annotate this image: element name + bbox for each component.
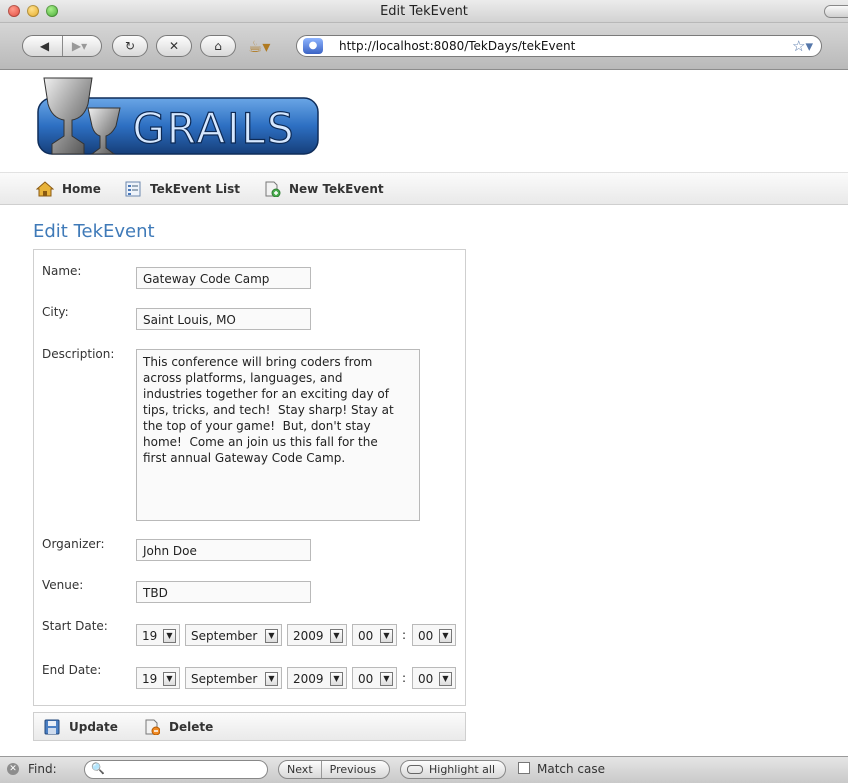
dropdown-arrow-icon: ▼ <box>439 672 452 686</box>
organizer-input[interactable]: John Doe <box>136 539 311 561</box>
end-date-label: End Date: <box>42 663 102 677</box>
end-day-select[interactable]: 19 ▼ <box>136 667 180 689</box>
start-year-value: 2009 <box>293 629 324 643</box>
end-minute-value: 00 <box>418 672 434 686</box>
dropdown-arrow-icon: ▼ <box>265 672 278 686</box>
find-bar: ✕ Find: 🔍 Next Previous Highlight all Ma… <box>0 756 848 783</box>
edit-form: Name: Gateway Code Camp City: Saint Loui… <box>33 249 466 706</box>
nav-new-label: New TekEvent <box>289 182 384 196</box>
start-day-select[interactable]: 19 ▼ <box>136 624 180 646</box>
start-month-value: September <box>191 629 258 643</box>
delete-doc-icon <box>144 719 161 736</box>
end-day-value: 19 <box>142 672 158 686</box>
reload-button[interactable]: ↻ <box>112 35 148 57</box>
end-year-value: 2009 <box>293 672 324 686</box>
end-month-value: September <box>191 672 258 686</box>
description-label: Description: <box>42 347 115 361</box>
house-icon: ⌂ <box>214 39 222 53</box>
toolbar-toggle-button[interactable] <box>824 5 848 18</box>
time-separator: : <box>402 628 407 642</box>
back-forward-group: ◀ ▶▾ <box>22 35 102 57</box>
start-day-value: 19 <box>142 629 158 643</box>
update-button[interactable]: Update <box>44 719 118 735</box>
nav-bar: Home TekEvent List New TekEvent <box>0 173 848 205</box>
nav-list-link[interactable]: TekEvent List <box>124 181 240 197</box>
update-label: Update <box>69 720 118 734</box>
name-label: Name: <box>42 264 82 278</box>
window-title: Edit TekEvent <box>380 4 468 19</box>
dropdown-arrow-icon: ▼ <box>265 629 278 643</box>
match-case-label: Match case <box>537 762 606 776</box>
nav-home-link[interactable]: Home <box>35 181 101 197</box>
start-month-select[interactable]: September ▼ <box>185 624 282 646</box>
start-hour-value: 00 <box>358 629 374 643</box>
end-month-select[interactable]: September ▼ <box>185 667 282 689</box>
dropdown-arrow-icon: ▼ <box>163 672 176 686</box>
end-year-select[interactable]: 2009 ▼ <box>287 667 347 689</box>
start-date-label: Start Date: <box>42 619 108 633</box>
venue-input[interactable]: TBD <box>136 581 311 603</box>
start-year-select[interactable]: 2009 ▼ <box>287 624 347 646</box>
stop-icon: ✕ <box>168 39 180 53</box>
dropdown-arrow-icon: ▼ <box>380 629 393 643</box>
city-input[interactable]: Saint Louis, MO <box>136 308 311 330</box>
address-bar[interactable]: ● http://localhost:8080/TekDays/tekEvent… <box>296 35 822 57</box>
start-minute-value: 00 <box>418 629 434 643</box>
list-icon <box>124 181 142 197</box>
home-icon <box>35 181 55 197</box>
browser-toolbar: ◀ ▶▾ ↻ ✕ ⌂ ☕▾ ● http://localhost:8080/Te… <box>0 23 848 70</box>
dropdown-arrow-icon: ▼ <box>163 629 176 643</box>
delete-label: Delete <box>169 720 214 734</box>
end-hour-select[interactable]: 00 ▼ <box>352 667 397 689</box>
window-titlebar: Edit TekEvent <box>0 0 848 23</box>
highlight-all-button[interactable]: Highlight all <box>400 760 506 779</box>
nav-home-label: Home <box>62 182 101 196</box>
save-icon <box>44 719 60 735</box>
home-button[interactable]: ⌂ <box>200 35 236 57</box>
find-label: Find: <box>28 762 57 776</box>
grails-logo: GRAILS <box>37 77 319 155</box>
end-minute-select[interactable]: 00 ▼ <box>412 667 456 689</box>
stop-button[interactable]: ✕ <box>156 35 192 57</box>
delete-button[interactable]: Delete <box>144 719 214 736</box>
match-case-checkbox[interactable] <box>518 762 530 774</box>
highlight-icon <box>407 765 423 774</box>
back-icon[interactable]: ◀ <box>28 39 62 53</box>
name-input[interactable]: Gateway Code Camp <box>136 267 311 289</box>
page-banner: GRAILS <box>0 70 848 173</box>
form-buttons-bar: Update Delete <box>33 712 466 741</box>
close-find-icon[interactable]: ✕ <box>7 763 19 775</box>
bookmark-star-icon[interactable]: ☆▾ <box>792 37 813 55</box>
dropdown-arrow-icon: ▼ <box>439 629 452 643</box>
description-textarea[interactable]: This conference will bring coders from a… <box>136 349 420 521</box>
highlight-all-label: Highlight all <box>429 763 496 776</box>
find-next-button[interactable]: Next <box>279 763 321 776</box>
new-doc-icon <box>263 181 281 198</box>
end-hour-value: 00 <box>358 672 374 686</box>
nav-list-label: TekEvent List <box>150 182 240 196</box>
dropdown-arrow-icon: ▼ <box>380 672 393 686</box>
organizer-label: Organizer: <box>42 537 105 551</box>
search-icon: 🔍 <box>91 762 105 775</box>
venue-label: Venue: <box>42 578 84 592</box>
logo-text: GRAILS <box>132 104 295 153</box>
coffee-cup-icon[interactable]: ☕▾ <box>248 37 270 56</box>
nav-new-link[interactable]: New TekEvent <box>263 181 384 198</box>
forward-icon[interactable]: ▶▾ <box>63 39 97 53</box>
find-previous-button[interactable]: Previous <box>322 763 385 776</box>
dropdown-arrow-icon: ▼ <box>330 629 343 643</box>
page-title: Edit TekEvent <box>33 221 155 242</box>
site-identity-icon[interactable]: ● <box>303 38 323 54</box>
reload-icon: ↻ <box>124 39 136 53</box>
find-nav-group: Next Previous <box>278 760 390 779</box>
city-label: City: <box>42 305 69 319</box>
dropdown-arrow-icon: ▼ <box>330 672 343 686</box>
url-text[interactable]: http://localhost:8080/TekDays/tekEvent <box>339 39 575 53</box>
find-input[interactable]: 🔍 <box>84 760 268 779</box>
time-separator: : <box>402 671 407 685</box>
start-hour-select[interactable]: 00 ▼ <box>352 624 397 646</box>
start-minute-select[interactable]: 00 ▼ <box>412 624 456 646</box>
